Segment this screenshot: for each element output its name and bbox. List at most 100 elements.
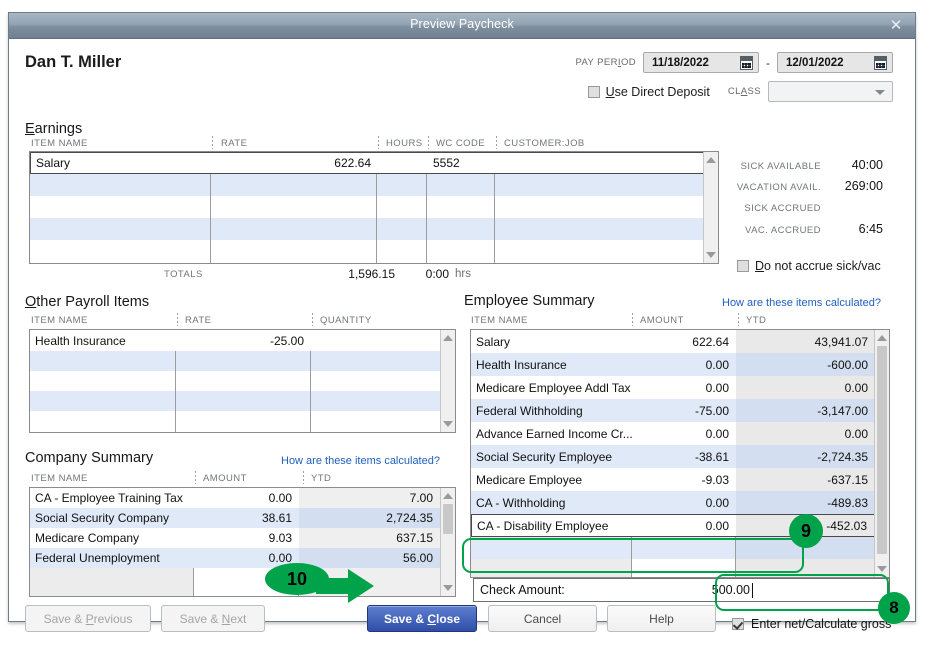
table-row[interactable] [471, 537, 889, 559]
pay-period-start-field[interactable]: 11/18/2022 [643, 52, 759, 73]
check-amount-value: 500.00 [711, 583, 750, 597]
help-button[interactable]: Help [607, 605, 716, 632]
es-amount: -75.00 [694, 403, 729, 418]
save-next-label: Save & Next [179, 611, 247, 626]
scroll-up-icon[interactable] [875, 331, 889, 345]
earnings-col-wc-code: WC CODE [436, 138, 486, 149]
table-row[interactable] [30, 218, 718, 240]
es-ytd: 0.00 [736, 376, 875, 399]
scrollbar-thumb[interactable] [443, 504, 453, 534]
scroll-down-icon[interactable] [441, 417, 455, 431]
class-select[interactable] [768, 81, 893, 102]
es-amount: 622.64 [692, 334, 729, 349]
save-previous-button[interactable]: Save & Previous [25, 605, 151, 632]
enter-net-calculate-gross-checkbox[interactable] [732, 618, 744, 630]
scroll-up-icon[interactable] [441, 489, 455, 503]
calendar-icon[interactable] [874, 56, 887, 70]
employee-summary-scrollbar[interactable] [874, 330, 889, 577]
es-item-name: Social Security Employee [476, 449, 613, 464]
earnings-grid[interactable]: Salary 622.64 5552 [29, 151, 719, 264]
table-row[interactable] [30, 174, 718, 196]
cs-amount: 0.00 [268, 491, 292, 505]
scroll-down-icon[interactable] [441, 581, 455, 595]
scroll-down-icon[interactable] [704, 248, 718, 262]
employee-summary-title: Employee Summary [464, 293, 595, 309]
other-payroll-items-scrollbar[interactable] [440, 330, 455, 432]
column-divider [177, 313, 178, 326]
table-row[interactable]: CA - Employee Training Tax 0.00 7.00 [30, 488, 455, 508]
scroll-down-icon[interactable] [875, 562, 889, 576]
table-row[interactable] [30, 196, 718, 218]
check-amount-label: Check Amount: [480, 583, 565, 597]
earnings-customer-job [496, 153, 704, 173]
earnings-totals-rate: 1,596.15 [348, 267, 395, 281]
es-col-item-name: ITEM NAME [471, 315, 528, 326]
table-row[interactable] [30, 568, 455, 596]
use-direct-deposit-checkbox[interactable] [587, 85, 600, 98]
table-row[interactable] [30, 391, 455, 411]
es-col-ytd: YTD [746, 315, 767, 326]
table-row[interactable] [30, 371, 455, 391]
es-item-name: Health Insurance [476, 357, 567, 372]
do-not-accrue-label: Do not accrue sick/vac [755, 259, 881, 273]
earnings-col-rate: RATE [221, 138, 248, 149]
date-separator: - [766, 55, 770, 70]
check-amount-field[interactable]: Check Amount: 500.00 [473, 578, 890, 602]
table-row[interactable]: Medicare Employee Addl Tax 0.00 0.00 [471, 376, 889, 399]
table-row[interactable]: Health Insurance 0.00 -600.00 [471, 353, 889, 376]
annotation-badge-8: 8 [878, 592, 910, 624]
other-payroll-items-grid[interactable]: Health Insurance -25.00 [29, 329, 456, 433]
table-row[interactable]: Social Security Company 38.61 2,724.35 [30, 508, 455, 528]
table-row[interactable]: Medicare Employee -9.03 -637.15 [471, 468, 889, 491]
table-row[interactable]: CA - Withholding 0.00 -489.83 [471, 491, 889, 514]
do-not-accrue-row: Do not accrue sick/vac [731, 259, 881, 273]
table-row[interactable]: Salary 622.64 43,941.07 [471, 330, 889, 353]
table-row[interactable]: CA - Disability Employee 0.00 -452.03 [471, 514, 889, 537]
table-row[interactable]: Federal Withholding -75.00 -3,147.00 [471, 399, 889, 422]
window-body: Dan T. Miller PAY PERIOD 11/18/2022 - 12… [9, 39, 915, 632]
scroll-up-icon[interactable] [704, 153, 718, 167]
company-summary-scrollbar[interactable] [440, 488, 455, 596]
employee-summary-how-link[interactable]: How are these items calculated? [722, 297, 881, 309]
calendar-icon[interactable] [740, 56, 753, 70]
enter-net-calculate-gross-label: Enter net/Calculate gross [751, 617, 892, 631]
save-close-button[interactable]: Save & Close [367, 605, 477, 632]
table-row[interactable] [30, 240, 718, 263]
company-summary-how-link[interactable]: How are these items calculated? [281, 455, 440, 467]
pay-period-start-value: 11/18/2022 [652, 56, 709, 69]
employee-summary-grid[interactable]: Salary 622.64 43,941.07 Health Insurance… [470, 329, 890, 578]
close-icon[interactable]: ✕ [887, 17, 905, 35]
table-row[interactable]: Medicare Company 9.03 637.15 [30, 528, 455, 548]
sick-available-value: 40:00 [851, 158, 883, 172]
scroll-up-icon[interactable] [441, 331, 455, 345]
annotation-badge-10: 10 [265, 563, 329, 595]
table-row[interactable]: Federal Unemployment 0.00 56.00 [30, 548, 455, 568]
table-row[interactable] [471, 559, 889, 577]
es-amount: -38.61 [694, 449, 729, 464]
cancel-button[interactable]: Cancel [488, 605, 597, 632]
es-ytd: -489.83 [736, 491, 875, 514]
earnings-col-customer-job: CUSTOMER:JOB [504, 138, 585, 149]
save-next-button[interactable]: Save & Next [161, 605, 265, 632]
scrollbar-thumb[interactable] [877, 346, 887, 554]
table-row[interactable]: Social Security Employee -38.61 -2,724.3… [471, 445, 889, 468]
table-row[interactable] [30, 411, 455, 432]
other-payroll-items-title: Other Payroll Items [25, 294, 150, 310]
es-item-name: Advance Earned Income Cr... [476, 426, 632, 441]
opi-quantity [311, 330, 440, 351]
do-not-accrue-checkbox[interactable] [737, 260, 749, 272]
save-previous-label: Save & Previous [43, 611, 133, 626]
es-ytd: -637.15 [736, 468, 875, 491]
earnings-hours [378, 153, 428, 173]
table-row[interactable] [30, 351, 455, 371]
table-row[interactable]: Health Insurance -25.00 [30, 330, 455, 351]
table-row[interactable]: Advance Earned Income Cr... 0.00 0.00 [471, 422, 889, 445]
table-row[interactable]: Salary 622.64 5552 [30, 152, 718, 174]
opi-col-item-name: ITEM NAME [31, 315, 88, 326]
company-summary-grid[interactable]: CA - Employee Training Tax 0.00 7.00 Soc… [29, 487, 456, 597]
pay-period-end-field[interactable]: 12/01/2022 [777, 52, 893, 73]
direct-deposit-row: Use Direct Deposit CLASS [587, 81, 893, 102]
earnings-scrollbar[interactable] [703, 152, 718, 263]
cs-item-name: Federal Unemployment [35, 551, 160, 565]
vacation-available-label: VACATION AVAIL. [736, 182, 821, 193]
